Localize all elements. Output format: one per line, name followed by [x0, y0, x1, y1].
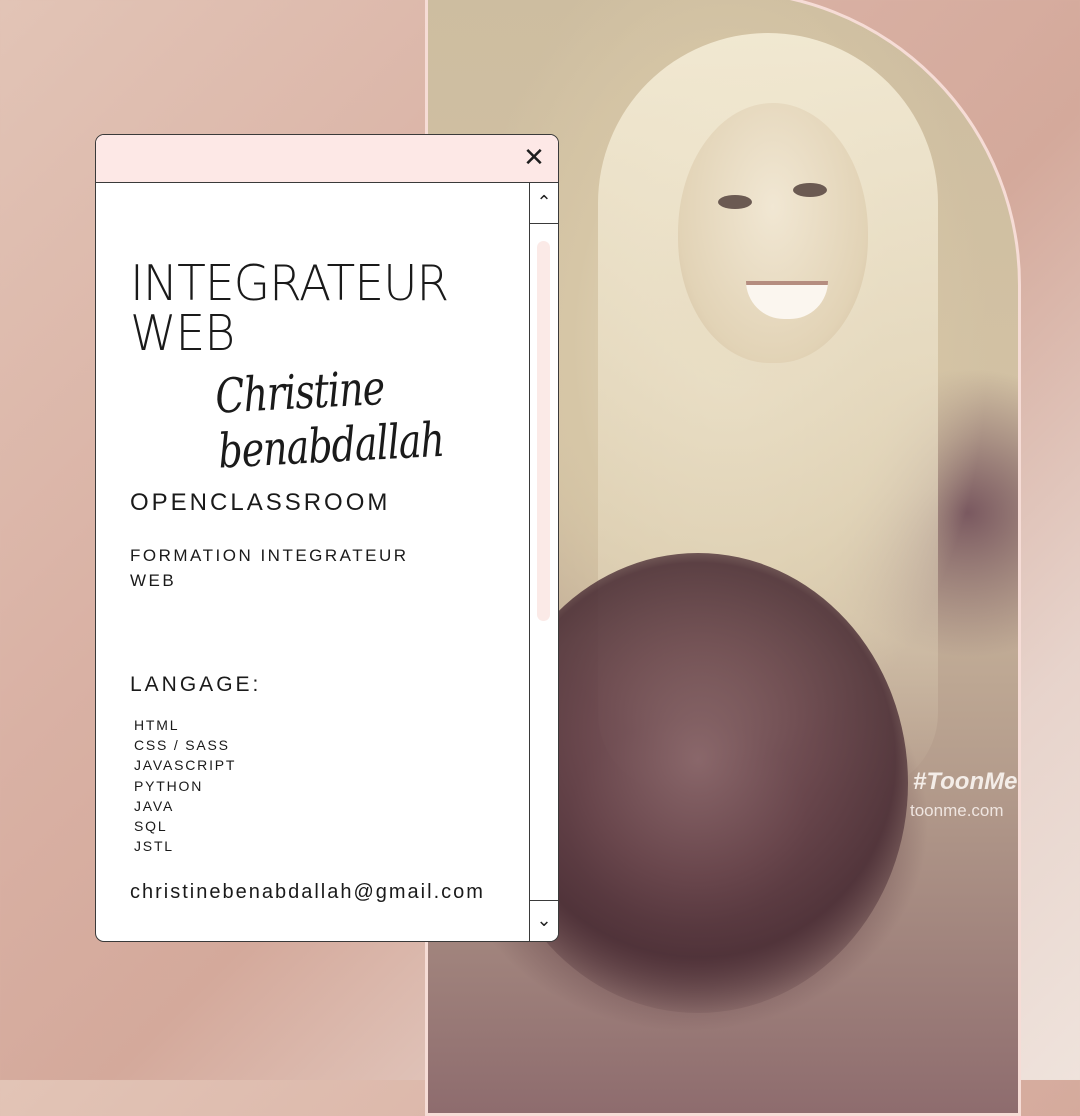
- training-name: FORMATION INTEGRATEUR WEB: [130, 546, 409, 590]
- portrait-eye-right: [793, 183, 827, 197]
- school-name: OPENCLASSROOM: [130, 489, 391, 516]
- scrollbar[interactable]: ⌃ ⌄: [529, 183, 558, 941]
- list-item: JAVASCRIPT: [134, 757, 237, 774]
- list-item: JSTL: [134, 838, 174, 855]
- window-titlebar: ✕: [96, 135, 558, 183]
- chevron-down-icon[interactable]: ⌄: [530, 900, 558, 941]
- list-item: SQL: [134, 818, 168, 835]
- close-icon[interactable]: ✕: [520, 144, 548, 172]
- list-item: PYTHON: [134, 777, 204, 794]
- list-item: JAVA: [134, 797, 175, 814]
- languages-heading: LANGAGE:: [130, 673, 262, 696]
- scroll-thumb[interactable]: [537, 241, 550, 621]
- list-item: HTML: [134, 717, 180, 733]
- profile-content: INTEGRATEUR WEB Christine benabdallah OP…: [130, 183, 528, 941]
- watermark-url: toonme.com: [910, 801, 1004, 820]
- chevron-up-icon[interactable]: ⌃: [530, 183, 558, 224]
- email-link[interactable]: christinebenabdallah@gmail.com: [130, 881, 485, 904]
- profile-window: ✕ INTEGRATEUR WEB Christine benabdallah …: [95, 134, 559, 942]
- languages-list: HTML CSS / SASS JAVASCRIPT PYTHON JAVA S…: [134, 715, 236, 856]
- page-title: INTEGRATEUR WEB: [130, 255, 449, 362]
- portrait-eye-left: [718, 195, 752, 209]
- title-line-2: WEB: [130, 305, 235, 362]
- title-line-1: INTEGRATEUR: [130, 255, 449, 312]
- watermark-tag: #ToonMe: [913, 768, 1018, 795]
- signature: Christine benabdallah: [214, 360, 446, 479]
- list-item: CSS / SASS: [134, 737, 230, 754]
- portrait-face: [678, 103, 868, 363]
